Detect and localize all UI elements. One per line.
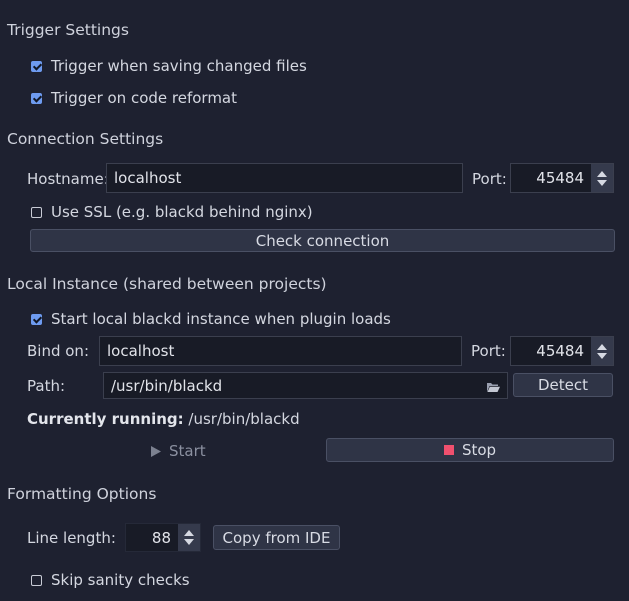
currently-running-label: Currently running: <box>27 410 184 428</box>
trigger-on-reformat-label: Trigger on code reformat <box>51 89 238 107</box>
spin-up-icon[interactable] <box>597 343 607 350</box>
checkbox-checked-icon <box>31 92 42 104</box>
use-ssl-label: Use SSL (e.g. blackd behind nginx) <box>51 203 313 221</box>
skip-sanity-label: Skip sanity checks <box>51 571 190 589</box>
spin-down-icon[interactable] <box>597 352 607 359</box>
hostname-input[interactable]: localhost <box>106 163 463 193</box>
spin-down-icon[interactable] <box>597 179 607 186</box>
detect-label: Detect <box>537 376 589 394</box>
currently-running-row: Currently running: /usr/bin/blackd <box>27 410 300 428</box>
trigger-on-save-checkbox[interactable]: Trigger when saving changed files <box>31 57 307 75</box>
stop-button[interactable]: Stop <box>326 438 614 462</box>
detect-button[interactable]: Detect <box>513 373 613 397</box>
spinner-arrows[interactable] <box>591 337 613 365</box>
start-local-checkbox[interactable]: Start local blackd instance when plugin … <box>31 310 391 328</box>
section-title-formatting: Formatting Options <box>7 485 157 503</box>
line-length-label: Line length: <box>27 529 116 547</box>
section-title-connection: Connection Settings <box>7 130 164 148</box>
section-title-trigger: Trigger Settings <box>7 21 129 39</box>
checkbox-checked-icon <box>31 60 42 72</box>
copy-from-ide-label: Copy from IDE <box>222 528 331 547</box>
port-label: Port: <box>472 170 507 188</box>
play-icon <box>151 445 161 457</box>
local-port-spinner[interactable]: 45484 <box>510 336 614 366</box>
trigger-on-save-label: Trigger when saving changed files <box>51 57 307 75</box>
skip-sanity-checkbox[interactable]: Skip sanity checks <box>31 571 190 589</box>
start-local-label: Start local blackd instance when plugin … <box>51 310 391 328</box>
line-length-value: 88 <box>151 528 171 547</box>
start-label: Start <box>169 442 206 460</box>
trigger-on-reformat-checkbox[interactable]: Trigger on code reformat <box>31 89 237 107</box>
port-spinner[interactable]: 45484 <box>510 163 614 193</box>
copy-from-ide-button[interactable]: Copy from IDE <box>213 525 340 550</box>
path-label: Path: <box>27 377 66 395</box>
folder-icon[interactable] <box>486 379 501 397</box>
start-button[interactable]: Start <box>151 442 206 460</box>
checkbox-checked-icon <box>31 313 42 325</box>
section-title-local-instance: Local Instance (shared between projects) <box>7 275 327 293</box>
spinner-arrows[interactable] <box>178 524 200 551</box>
checkbox-unchecked-icon <box>31 206 42 218</box>
bind-on-value: localhost <box>107 342 175 360</box>
spin-up-icon[interactable] <box>597 170 607 177</box>
check-connection-button[interactable]: Check connection <box>30 229 615 252</box>
bind-on-input[interactable]: localhost <box>99 336 462 366</box>
currently-running-value: /usr/bin/blackd <box>188 410 300 428</box>
stop-icon <box>443 445 454 455</box>
bind-on-label: Bind on: <box>27 342 89 360</box>
local-port-label: Port: <box>471 342 506 360</box>
hostname-value: localhost <box>114 169 182 187</box>
stop-label: Stop <box>461 441 497 459</box>
check-connection-label: Check connection <box>255 231 390 250</box>
local-port-value: 45484 <box>536 342 584 360</box>
checkbox-unchecked-icon <box>31 574 42 586</box>
path-input[interactable]: /usr/bin/blackd <box>103 372 508 399</box>
line-length-spinner[interactable]: 88 <box>125 523 201 552</box>
path-value: /usr/bin/blackd <box>111 376 223 395</box>
port-value: 45484 <box>536 169 584 187</box>
spin-up-icon[interactable] <box>184 530 194 536</box>
hostname-label: Hostname: <box>27 170 109 188</box>
use-ssl-checkbox[interactable]: Use SSL (e.g. blackd behind nginx) <box>31 203 313 221</box>
spin-down-icon[interactable] <box>184 539 194 545</box>
spinner-arrows[interactable] <box>591 164 613 192</box>
